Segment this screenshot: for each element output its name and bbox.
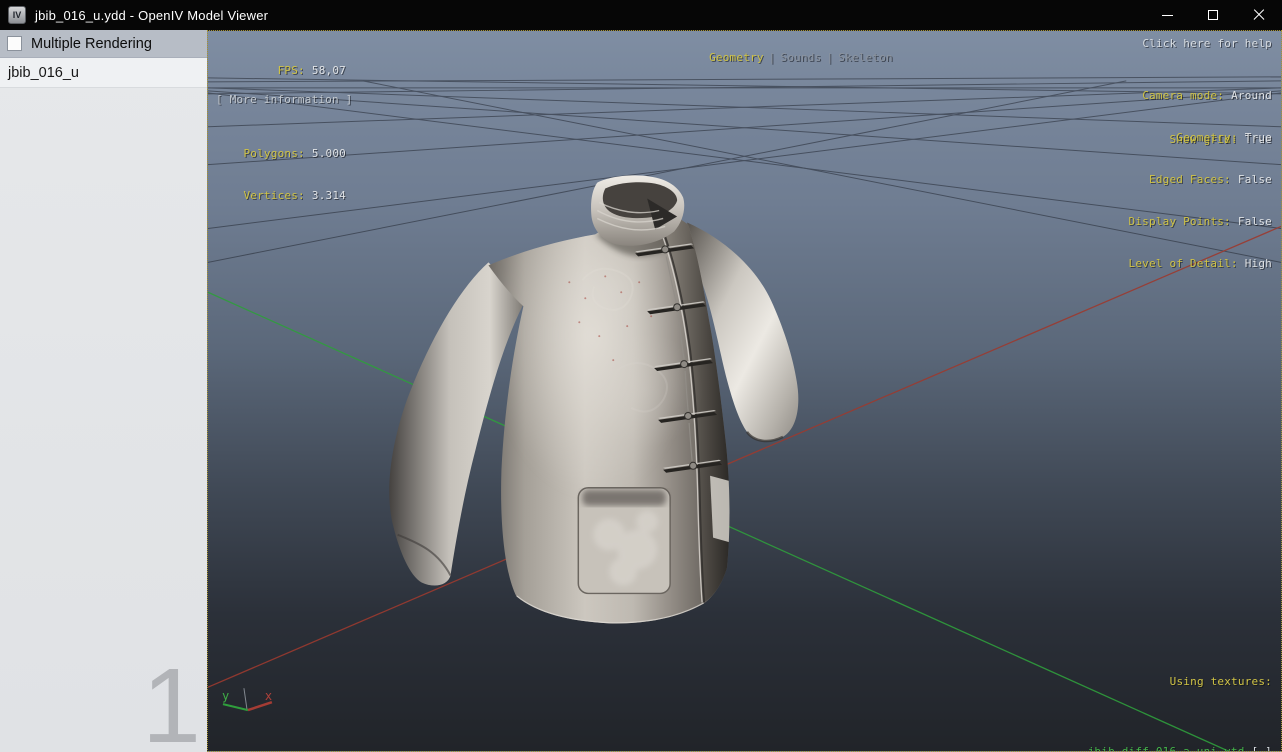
multiple-rendering-label: Multiple Rendering <box>31 36 152 52</box>
tab-skeleton[interactable]: Skeleton <box>838 51 893 64</box>
setting-level-of-detail[interactable]: Level of Detail:High <box>1129 257 1272 271</box>
setting-geometry[interactable]: Geometry:True <box>1129 131 1272 145</box>
page-watermark: 1 <box>142 666 201 746</box>
axis-gizmo: y x <box>222 688 272 710</box>
minimize-button[interactable] <box>1144 0 1190 30</box>
app-icon: IV <box>8 6 26 24</box>
multiple-rendering-row[interactable]: Multiple Rendering <box>0 30 207 58</box>
tab-separator: | <box>826 51 833 64</box>
titlebar[interactable]: IV jbib_016_u.ydd - OpenIV Model Viewer <box>0 0 1282 30</box>
multiple-rendering-checkbox[interactable] <box>7 36 22 51</box>
setting-edged-faces[interactable]: Edged Faces:False <box>1129 173 1272 187</box>
model-viewport[interactable]: y x FPS:58,07 Polygons:5.000 Vertices:3.… <box>207 30 1282 752</box>
remove-texture-button[interactable]: [-] <box>1252 745 1272 752</box>
model-jacket <box>389 175 798 623</box>
openiv-model-viewer-window: IV jbib_016_u.ydd - OpenIV Model Viewer … <box>0 0 1282 752</box>
close-icon <box>1253 9 1265 21</box>
setting-display-points[interactable]: Display Points:False <box>1129 215 1272 229</box>
texture-entry: jbib_diff_016_a_uni.ytd [-] <box>1033 726 1272 752</box>
grid-lines <box>208 77 1281 262</box>
help-link[interactable]: Click here for help <box>1142 37 1272 51</box>
minimize-icon <box>1162 15 1173 16</box>
model-list-panel: Multiple Rendering jbib_016_u 1 <box>0 30 207 752</box>
tab-separator: | <box>769 51 776 64</box>
close-button[interactable] <box>1236 0 1282 30</box>
gizmo-y-label: y <box>222 689 229 703</box>
window-title: jbib_016_u.ydd - OpenIV Model Viewer <box>35 8 268 23</box>
tab-sounds[interactable]: Sounds <box>781 51 822 64</box>
maximize-icon <box>1208 10 1218 20</box>
stats-block: FPS:58,07 Polygons:5.000 Vertices:3.314 <box>214 36 346 231</box>
model-list-item-selected[interactable]: jbib_016_u <box>0 58 207 88</box>
vertices-readout: Vertices:3.314 <box>214 189 346 203</box>
maximize-button[interactable] <box>1190 0 1236 30</box>
texture-file-link[interactable]: jbib_diff_016_a_uni.ytd <box>1088 745 1245 752</box>
more-information-button[interactable]: [ More information ] <box>216 93 352 107</box>
gizmo-x-label: x <box>265 689 272 703</box>
tab-geometry[interactable]: Geometry <box>709 51 764 64</box>
fps-readout: FPS:58,07 <box>214 64 346 78</box>
setting-camera-mode[interactable]: Camera mode:Around <box>1142 89 1272 104</box>
viewer-tabs: Geometry | Sounds | Skeleton <box>668 37 893 79</box>
textures-block: Using textures: jbib_diff_016_a_uni.ytd [… <box>1033 638 1272 752</box>
polygons-readout: Polygons:5.000 <box>214 147 346 161</box>
render-settings-block: Geometry:True Edged Faces:False Display … <box>1129 103 1272 299</box>
using-textures-header: Using textures: <box>1033 673 1272 691</box>
